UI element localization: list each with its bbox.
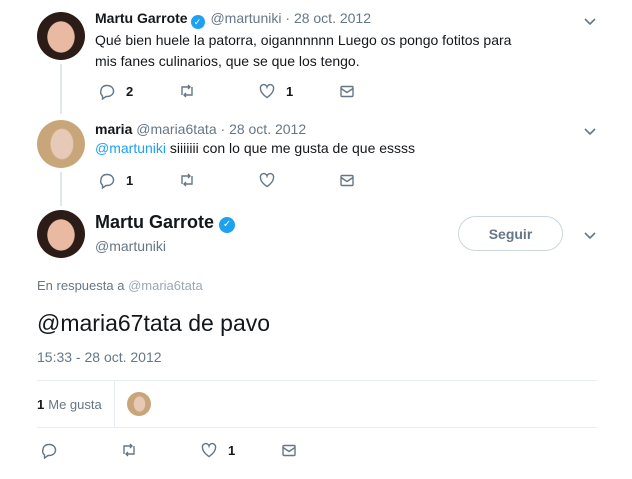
reply-count: 1	[126, 172, 134, 188]
tweet-date[interactable]: 28 oct. 2012	[294, 10, 371, 26]
chevron-down-icon[interactable]	[582, 123, 598, 139]
reply-to-link[interactable]: @maria6tata	[128, 278, 203, 293]
reply-button[interactable]: 2	[98, 82, 178, 100]
like-count: 1	[228, 442, 236, 458]
author-name[interactable]: maria	[95, 121, 132, 137]
tweet-timestamp[interactable]: 15:33 - 28 oct. 2012	[37, 349, 162, 365]
author-name-text: Martu Garrote	[95, 212, 215, 232]
tweet-text: @martuniki siiiiiii con lo que me gusta …	[95, 138, 575, 159]
verified-badge-icon: ✓	[219, 217, 236, 233]
reply-prefix: En respuesta a	[37, 278, 129, 293]
author-handle[interactable]: @martuniki	[95, 238, 166, 254]
tweet-text: Qué bien huele la patorra, oigannnnnn Lu…	[95, 32, 512, 69]
follow-button[interactable]: Seguir	[458, 216, 563, 251]
retweet-button[interactable]	[178, 82, 258, 100]
retweet-button[interactable]	[120, 441, 200, 459]
tweet-body: siiiiiii con lo que me gusta de que esss…	[166, 140, 416, 156]
thread-line	[60, 172, 62, 206]
reply-button[interactable]: 1	[98, 171, 178, 189]
retweet-icon	[178, 82, 196, 100]
main-tweet-text: @maria67tata de pavo	[37, 310, 271, 336]
separator: ·	[285, 10, 291, 26]
envelope-icon	[338, 171, 356, 189]
reply-icon	[98, 82, 116, 100]
tweet-header: maria @maria6tata · 28 oct. 2012	[95, 121, 306, 137]
chevron-down-icon[interactable]	[582, 13, 598, 29]
chevron-down-icon[interactable]	[582, 227, 598, 243]
reply-context: En respuesta a @maria6tata	[37, 278, 203, 293]
liker-avatar[interactable]	[126, 392, 151, 416]
mention-link[interactable]: @martuniki	[95, 140, 166, 156]
tweet-actions: 2 1	[98, 82, 356, 100]
dm-button[interactable]	[338, 171, 356, 189]
reply-icon	[98, 171, 116, 189]
author-handle[interactable]: @maria6tata	[136, 121, 216, 137]
heart-icon	[200, 441, 218, 459]
author-name[interactable]: Martu Garrote ✓	[95, 212, 237, 233]
like-button[interactable]	[258, 171, 338, 189]
envelope-icon	[338, 82, 356, 100]
reply-button[interactable]	[40, 441, 120, 459]
retweet-icon	[120, 441, 138, 459]
avatar[interactable]	[37, 12, 85, 60]
author-handle[interactable]: @martuniki	[210, 10, 281, 26]
heart-icon	[258, 171, 276, 189]
reply-count: 2	[126, 83, 134, 99]
reply-icon	[40, 441, 58, 459]
like-button[interactable]: 1	[258, 82, 338, 100]
divider	[37, 427, 597, 428]
separator: ·	[220, 121, 226, 137]
verified-badge-icon: ✓	[190, 15, 205, 29]
like-button[interactable]: 1	[200, 441, 280, 459]
likes-stat-count: 1	[37, 396, 45, 412]
tweet-stats: 1 Me gusta	[37, 381, 597, 427]
avatar[interactable]	[37, 210, 85, 258]
likes-stat[interactable]: 1 Me gusta	[37, 381, 115, 427]
author-name[interactable]: Martu Garrote	[95, 10, 188, 26]
thread-line	[60, 64, 62, 114]
like-count: 1	[286, 83, 294, 99]
retweet-icon	[178, 171, 196, 189]
tweet-header: Martu Garrote ✓ @martuniki · 28 oct. 2012	[95, 10, 371, 29]
tweet-actions: 1	[98, 171, 356, 189]
tweet-actions: 1	[40, 441, 298, 459]
heart-icon	[258, 82, 276, 100]
likes-stat-label: Me gusta	[48, 396, 102, 412]
dm-button[interactable]	[338, 82, 356, 100]
envelope-icon	[280, 441, 298, 459]
dm-button[interactable]	[280, 441, 298, 459]
tweet-date[interactable]: 28 oct. 2012	[229, 121, 306, 137]
retweet-button[interactable]	[178, 171, 258, 189]
avatar[interactable]	[37, 120, 85, 168]
